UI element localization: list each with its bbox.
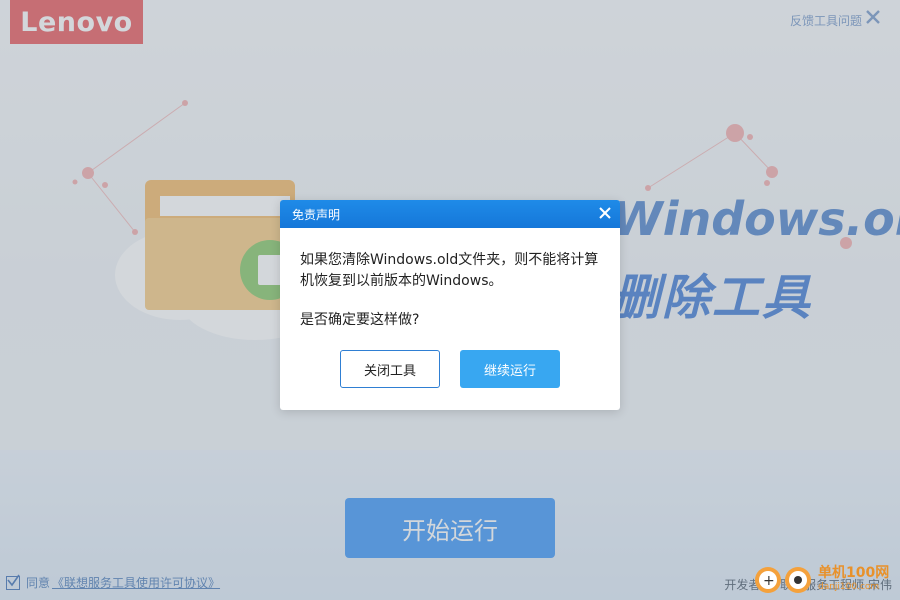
dialog-message: 如果您清除Windows.old文件夹，则不能将计算机恢复到以前版本的Windo… — [300, 252, 599, 289]
site-watermark: + 单机100网 danji100.com — [752, 560, 900, 600]
watermark-title: 单机100网 — [818, 565, 890, 581]
close-icon[interactable] — [598, 206, 612, 220]
dialog-body: 如果您清除Windows.old文件夹，则不能将计算机恢复到以前版本的Windo… — [280, 228, 620, 331]
continue-button[interactable]: 继续运行 — [460, 350, 560, 388]
dialog-buttons: 关闭工具 继续运行 — [340, 350, 560, 388]
dialog-header: 免责声明 — [280, 200, 620, 228]
dialog-question: 是否确定要这样做? — [300, 312, 420, 328]
close-tool-button[interactable]: 关闭工具 — [340, 350, 440, 388]
svg-text:+: + — [763, 573, 775, 589]
watermark-subtitle: danji100.com — [818, 582, 880, 592]
app-window: Lenovo 反馈工具问题 Windows.o 删除工具 开始运行 同意 《联想… — [0, 0, 900, 600]
disclaimer-dialog: 免责声明 如果您清除Windows.old文件夹，则不能将计算机恢复到以前版本的… — [280, 200, 620, 410]
dialog-title: 免责声明 — [292, 207, 341, 222]
